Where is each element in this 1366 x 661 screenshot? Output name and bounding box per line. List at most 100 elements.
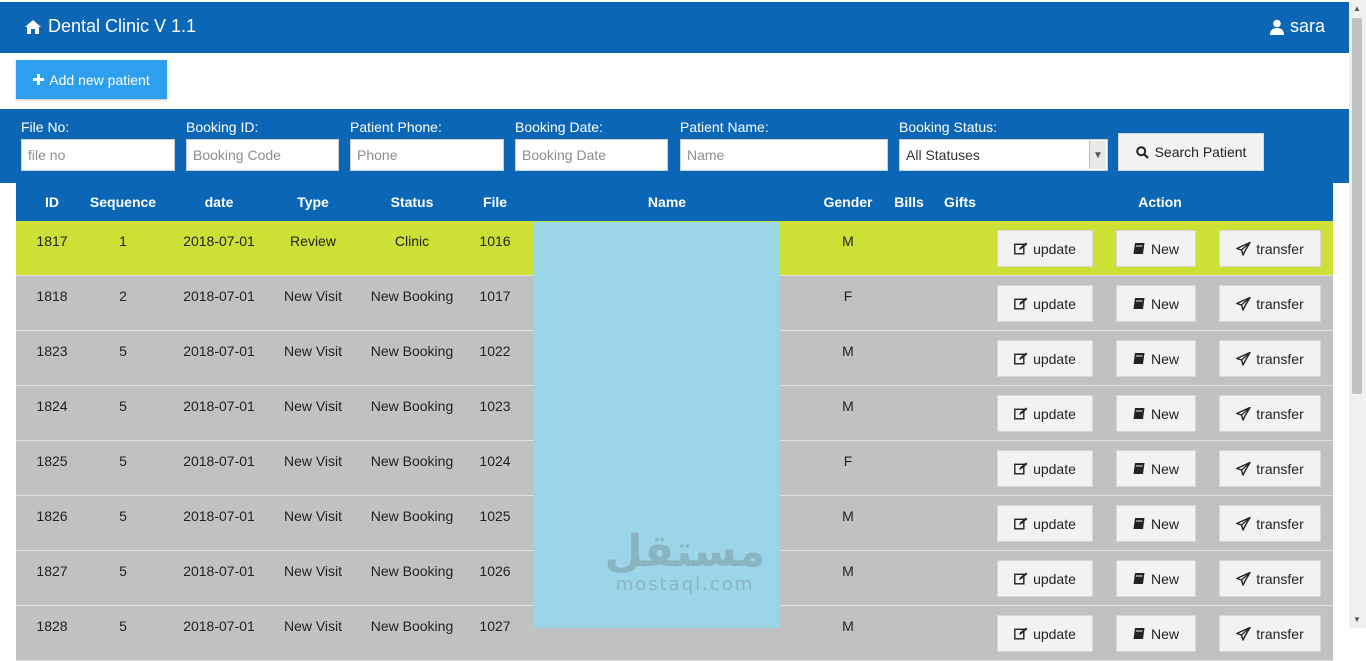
send-icon: [1236, 461, 1251, 476]
booking-status-value: All Statuses: [906, 147, 980, 163]
cell-type: New Visit: [283, 453, 343, 469]
app-title: Dental Clinic V 1.1: [48, 16, 197, 36]
book-icon: [1133, 352, 1146, 365]
phone-input[interactable]: [350, 139, 504, 171]
column-header-file: File: [482, 194, 508, 210]
column-header-gender: Gender: [823, 194, 873, 210]
cell-status: Clinic: [394, 233, 430, 249]
new-button[interactable]: New: [1116, 395, 1196, 432]
cell-id: 1827: [36, 563, 68, 579]
booking-date-input[interactable]: [515, 139, 668, 171]
column-header-status: Status: [390, 194, 434, 210]
edit-icon: [1014, 297, 1028, 310]
search-icon: [1135, 145, 1149, 159]
new-button[interactable]: New: [1116, 450, 1196, 487]
update-button[interactable]: update: [997, 450, 1093, 487]
new-button[interactable]: New: [1116, 285, 1196, 322]
send-icon: [1236, 351, 1251, 366]
new-button[interactable]: New: [1116, 560, 1196, 597]
update-button[interactable]: update: [997, 285, 1093, 322]
send-icon: [1236, 296, 1251, 311]
plus-icon: [33, 74, 45, 85]
book-icon: [1133, 297, 1146, 310]
cell-date: 2018-07-01: [183, 618, 255, 634]
cell-sequence: 5: [119, 343, 127, 359]
toolbar: Add new patient: [0, 53, 1349, 109]
update-label: update: [1033, 350, 1076, 367]
cell-gender: M: [842, 618, 854, 634]
file-no-input[interactable]: [21, 139, 175, 171]
phone-label: Patient Phone:: [350, 119, 442, 135]
transfer-label: transfer: [1256, 460, 1304, 477]
add-patient-button[interactable]: Add new patient: [16, 60, 167, 99]
search-patient-button[interactable]: Search Patient: [1118, 133, 1264, 171]
cell-status: New Booking: [370, 563, 454, 579]
cell-id: 1826: [36, 508, 68, 524]
transfer-button[interactable]: transfer: [1219, 285, 1321, 322]
book-icon: [1133, 627, 1146, 640]
cell-sequence: 5: [119, 618, 127, 634]
edit-icon: [1014, 242, 1028, 255]
new-button[interactable]: New: [1116, 505, 1196, 542]
new-button[interactable]: New: [1116, 230, 1196, 267]
booking-status-select[interactable]: All Statuses ▼: [899, 139, 1108, 171]
update-button[interactable]: update: [997, 340, 1093, 377]
cell-type: New Visit: [283, 288, 343, 304]
update-button[interactable]: update: [997, 505, 1093, 542]
cell-gender: M: [842, 398, 854, 414]
booking-id-input[interactable]: [186, 139, 339, 171]
transfer-button[interactable]: transfer: [1219, 505, 1321, 542]
user-menu[interactable]: sara: [1269, 16, 1325, 37]
update-button[interactable]: update: [997, 395, 1093, 432]
scroll-up-icon[interactable]: ▲: [1353, 4, 1361, 13]
new-label: New: [1150, 350, 1179, 367]
patient-name-input[interactable]: [680, 139, 888, 171]
filter-booking-id: Booking ID:: [186, 119, 339, 171]
cell-sequence: 2: [119, 288, 127, 304]
cell-type: New Visit: [283, 508, 343, 524]
transfer-button[interactable]: transfer: [1219, 395, 1321, 432]
cell-gender: F: [843, 288, 853, 304]
cell-gender: M: [842, 563, 854, 579]
cell-gender: M: [842, 343, 854, 359]
send-icon: [1236, 241, 1251, 256]
transfer-button[interactable]: transfer: [1219, 560, 1321, 597]
search-patient-label: Search Patient: [1154, 144, 1247, 160]
update-label: update: [1033, 515, 1076, 532]
user-icon: [1269, 19, 1284, 35]
booking-date-label: Booking Date:: [515, 119, 603, 135]
scroll-down-icon[interactable]: ▼: [1353, 615, 1361, 624]
update-label: update: [1033, 460, 1076, 477]
update-label: update: [1033, 295, 1076, 312]
new-button[interactable]: New: [1116, 615, 1196, 652]
cell-file: 1024: [479, 453, 511, 469]
cell-status: New Booking: [370, 618, 454, 634]
filter-booking-status: Booking Status: All Statuses ▼: [899, 119, 1108, 171]
edit-icon: [1014, 352, 1028, 365]
transfer-button[interactable]: transfer: [1219, 340, 1321, 377]
chevron-down-icon[interactable]: ▼: [1089, 141, 1106, 169]
vertical-scrollbar[interactable]: ▲ ▼: [1349, 0, 1366, 628]
update-button[interactable]: update: [997, 560, 1093, 597]
cell-sequence: 1: [119, 233, 127, 249]
cell-file: 1025: [479, 508, 511, 524]
update-button[interactable]: update: [997, 615, 1093, 652]
cell-file: 1016: [479, 233, 511, 249]
send-icon: [1236, 571, 1251, 586]
cell-status: New Booking: [370, 398, 454, 414]
scrollbar-thumb[interactable]: [1352, 18, 1362, 394]
transfer-button[interactable]: transfer: [1219, 230, 1321, 267]
column-header-name: Name: [647, 194, 687, 210]
transfer-button[interactable]: transfer: [1219, 615, 1321, 652]
filter-phone: Patient Phone:: [350, 119, 504, 171]
update-label: update: [1033, 570, 1076, 587]
brand-link[interactable]: Dental Clinic V 1.1: [24, 16, 196, 37]
column-header-sequence: Sequence: [89, 194, 157, 210]
cell-id: 1824: [36, 398, 68, 414]
new-button[interactable]: New: [1116, 340, 1196, 377]
transfer-label: transfer: [1256, 350, 1304, 367]
cell-gender: F: [843, 453, 853, 469]
update-button[interactable]: update: [997, 230, 1093, 267]
transfer-button[interactable]: transfer: [1219, 450, 1321, 487]
edit-icon: [1014, 462, 1028, 475]
